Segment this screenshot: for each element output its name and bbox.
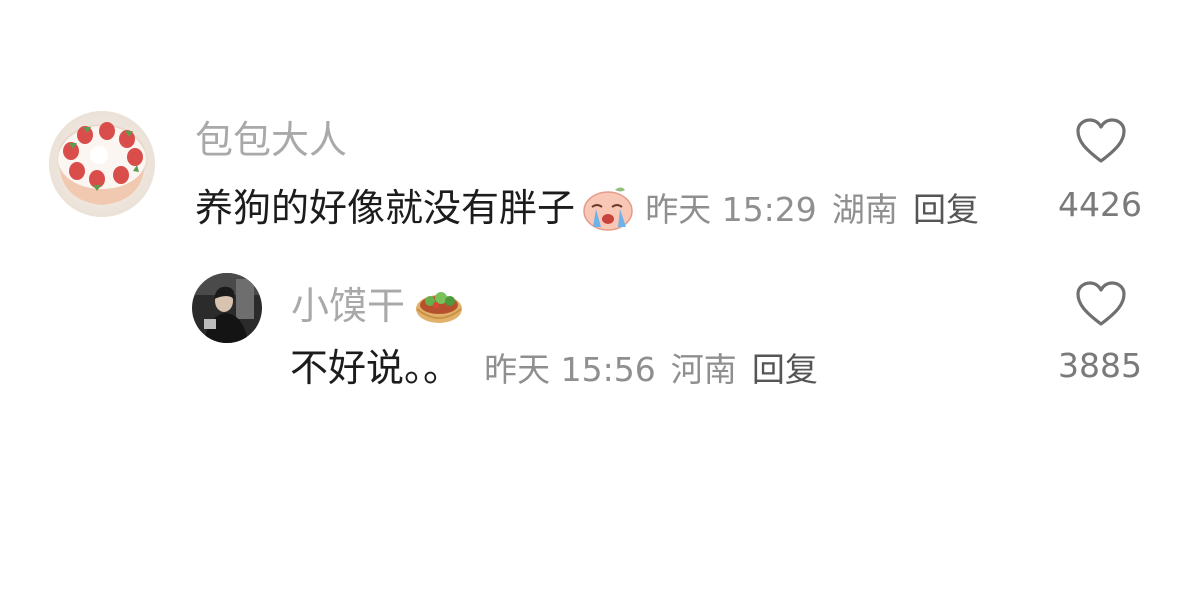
avatar[interactable] [192,273,262,343]
reply-time: 昨天 15:56 [484,350,656,389]
like-count: 3885 [1058,346,1142,385]
reply-location: 河南 [670,350,737,389]
reply-button[interactable]: 回复 [752,350,818,389]
reply-text: 不好说。。 [290,346,462,390]
reply-author: 小馍干 [291,283,464,325]
like-button[interactable] [1075,280,1127,328]
reply-body: 不好说。。 昨天 15:56 河南 回复 [290,349,818,387]
comment-2-reply: 小馍干 不好说。。 昨天 15:56 河南 回复 3885 [0,0,1179,602]
reply-author-name[interactable]: 小馍干 [291,284,405,328]
pita-sandwich-emoji-icon [414,283,464,325]
heart-icon [1076,281,1126,326]
person-photo-avatar-icon [192,273,262,343]
